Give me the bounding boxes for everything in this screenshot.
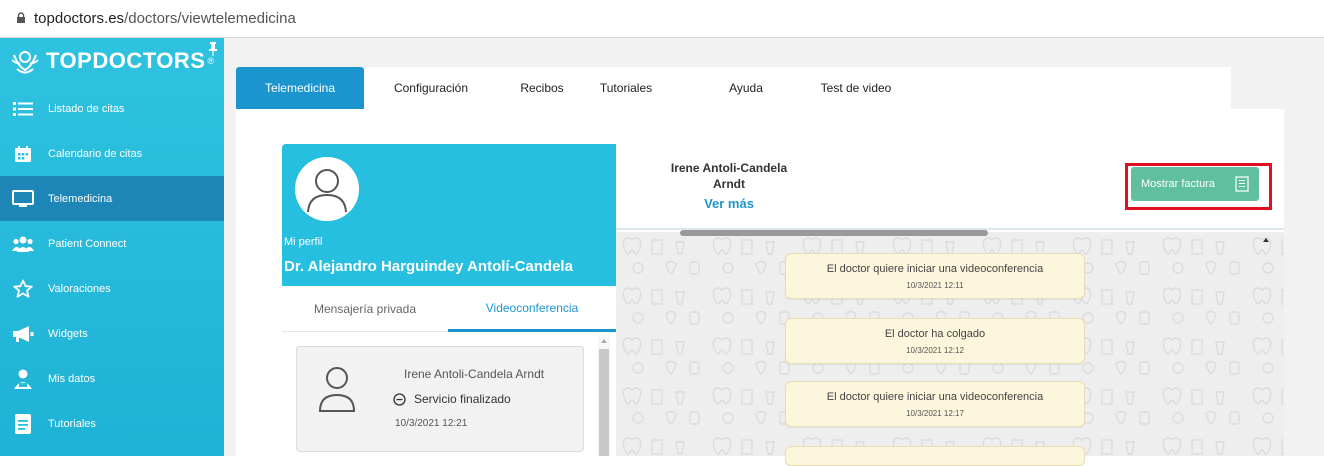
sidebar-item-listado-de-citas[interactable]: Listado de citas — [0, 86, 224, 131]
sidebar-item-label: Widgets — [48, 327, 88, 340]
list-icon — [12, 98, 34, 120]
message-text: El doctor ha colgado — [884, 328, 986, 340]
users-icon — [12, 233, 34, 255]
tab-recibos[interactable]: Recibos — [502, 67, 582, 109]
chat-message-bubble: El doctor quiere iniciar una videoconfer… — [785, 381, 1085, 427]
sidebar-item-label: Telemedicina — [48, 192, 113, 205]
scrollbar-thumb[interactable] — [599, 349, 609, 456]
tab-mensajeria-privada[interactable]: Mensajería privada — [282, 286, 448, 332]
avatar-icon[interactable] — [295, 157, 359, 221]
sidebar-item-calendario-de-citas[interactable]: Calendario de citas — [0, 131, 224, 176]
url-domain: topdoctors.es — [34, 10, 125, 27]
chat-message-bubble: El doctor ha colgado 10/3/2021 12:12 — [785, 318, 1085, 364]
sidebar-item-tutoriales[interactable]: Tutoriales — [0, 401, 224, 446]
ver-mas-link[interactable]: Ver más — [616, 196, 842, 211]
pin-icon[interactable] — [208, 42, 218, 56]
document-icon — [12, 413, 34, 435]
chat-scroll-up-icon[interactable] — [1262, 237, 1270, 243]
message-time: 10/3/2021 12:12 — [906, 346, 964, 355]
conversation-card[interactable]: Irene Antoli-Candela Arndt Servicio fina… — [296, 346, 584, 452]
sidebar-item-label: Mis datos — [48, 372, 96, 385]
megaphone-icon — [12, 323, 34, 345]
chat-message-bubble-partial — [785, 446, 1085, 466]
calendar-icon — [12, 143, 34, 165]
chat-patient-line1: Irene Antoli-Candela — [670, 161, 788, 175]
sidebar: TOPDOCTORS ® Listado de citas Calendario… — [0, 38, 224, 456]
doctor-name: Dr. Alejandro Harguindey Antolí-Candela — [284, 258, 573, 275]
chat-patient-line2: Arndt — [713, 177, 745, 191]
chat-top-divider — [680, 230, 988, 236]
url-path: /doctors/viewtelemedicina — [124, 10, 296, 27]
minus-circle-icon — [393, 392, 406, 406]
invoice-icon — [1235, 176, 1249, 192]
logo-text: TOPDOCTORS — [46, 48, 206, 73]
top-tab-bar: Telemedicina Configuración Recibos Tutor… — [236, 67, 1231, 109]
sidebar-item-widgets[interactable]: Widgets — [0, 311, 224, 356]
sidebar-item-patient-connect[interactable]: Patient Connect — [0, 221, 224, 266]
browser-address-bar[interactable]: topdoctors.es/doctors/viewtelemedicina — [0, 0, 1324, 38]
user-icon — [12, 368, 34, 390]
message-text: El doctor quiere iniciar una videoconfer… — [826, 263, 1044, 275]
topdoctors-logo[interactable]: TOPDOCTORS ® — [10, 44, 214, 78]
patient-avatar-icon — [318, 367, 356, 412]
logo-mark-icon — [11, 51, 39, 74]
message-text: El doctor quiere iniciar una videoconfer… — [826, 391, 1044, 403]
sidebar-item-label: Listado de citas — [48, 102, 125, 115]
chat-patient-name: Irene Antoli-Candela Arndt — [616, 160, 842, 192]
conversation-status: Servicio finalizado — [393, 392, 511, 406]
sidebar-item-label: Valoraciones — [48, 282, 111, 295]
profile-section-label[interactable]: Mi perfil — [284, 236, 323, 248]
message-subtabs: Mensajería privada Videoconferencia — [282, 286, 616, 332]
monitor-icon — [12, 188, 34, 210]
tab-test-de-video[interactable]: Test de video — [806, 67, 906, 109]
scroll-up-icon[interactable] — [600, 338, 608, 344]
conversation-scrollbar[interactable] — [598, 335, 610, 456]
message-time: 10/3/2021 12:17 — [906, 409, 964, 418]
url-text: topdoctors.es/doctors/viewtelemedicina — [34, 10, 296, 27]
conversation-patient-name: Irene Antoli-Candela Arndt — [404, 367, 545, 381]
conversation-status-text: Servicio finalizado — [414, 392, 511, 406]
tab-ayuda[interactable]: Ayuda — [716, 67, 776, 109]
message-time: 10/3/2021 12:11 — [906, 281, 964, 290]
mostrar-factura-label: Mostrar factura — [1141, 178, 1215, 190]
star-icon — [12, 278, 34, 300]
sidebar-item-valoraciones[interactable]: Valoraciones — [0, 266, 224, 311]
sidebar-item-label: Tutoriales — [48, 417, 96, 430]
sidebar-item-label: Patient Connect — [48, 237, 127, 250]
sidebar-item-label: Calendario de citas — [48, 147, 143, 160]
registered-mark: ® — [207, 56, 215, 66]
tab-videoconferencia[interactable]: Videoconferencia — [448, 286, 616, 332]
mostrar-factura-button[interactable]: Mostrar factura — [1131, 167, 1259, 201]
lock-icon — [17, 12, 25, 23]
tab-tutoriales[interactable]: Tutoriales — [586, 67, 666, 109]
conversation-date: 10/3/2021 12:21 — [395, 418, 468, 429]
tab-configuracion[interactable]: Configuración — [376, 67, 486, 109]
sidebar-item-mis-datos[interactable]: Mis datos — [0, 356, 224, 401]
tab-telemedicina[interactable]: Telemedicina — [236, 67, 364, 109]
chat-message-bubble: El doctor quiere iniciar una videoconfer… — [785, 253, 1085, 299]
sidebar-item-telemedicina[interactable]: Telemedicina — [0, 176, 224, 221]
profile-panel: Mi perfil Dr. Alejandro Harguindey Antol… — [282, 144, 616, 286]
